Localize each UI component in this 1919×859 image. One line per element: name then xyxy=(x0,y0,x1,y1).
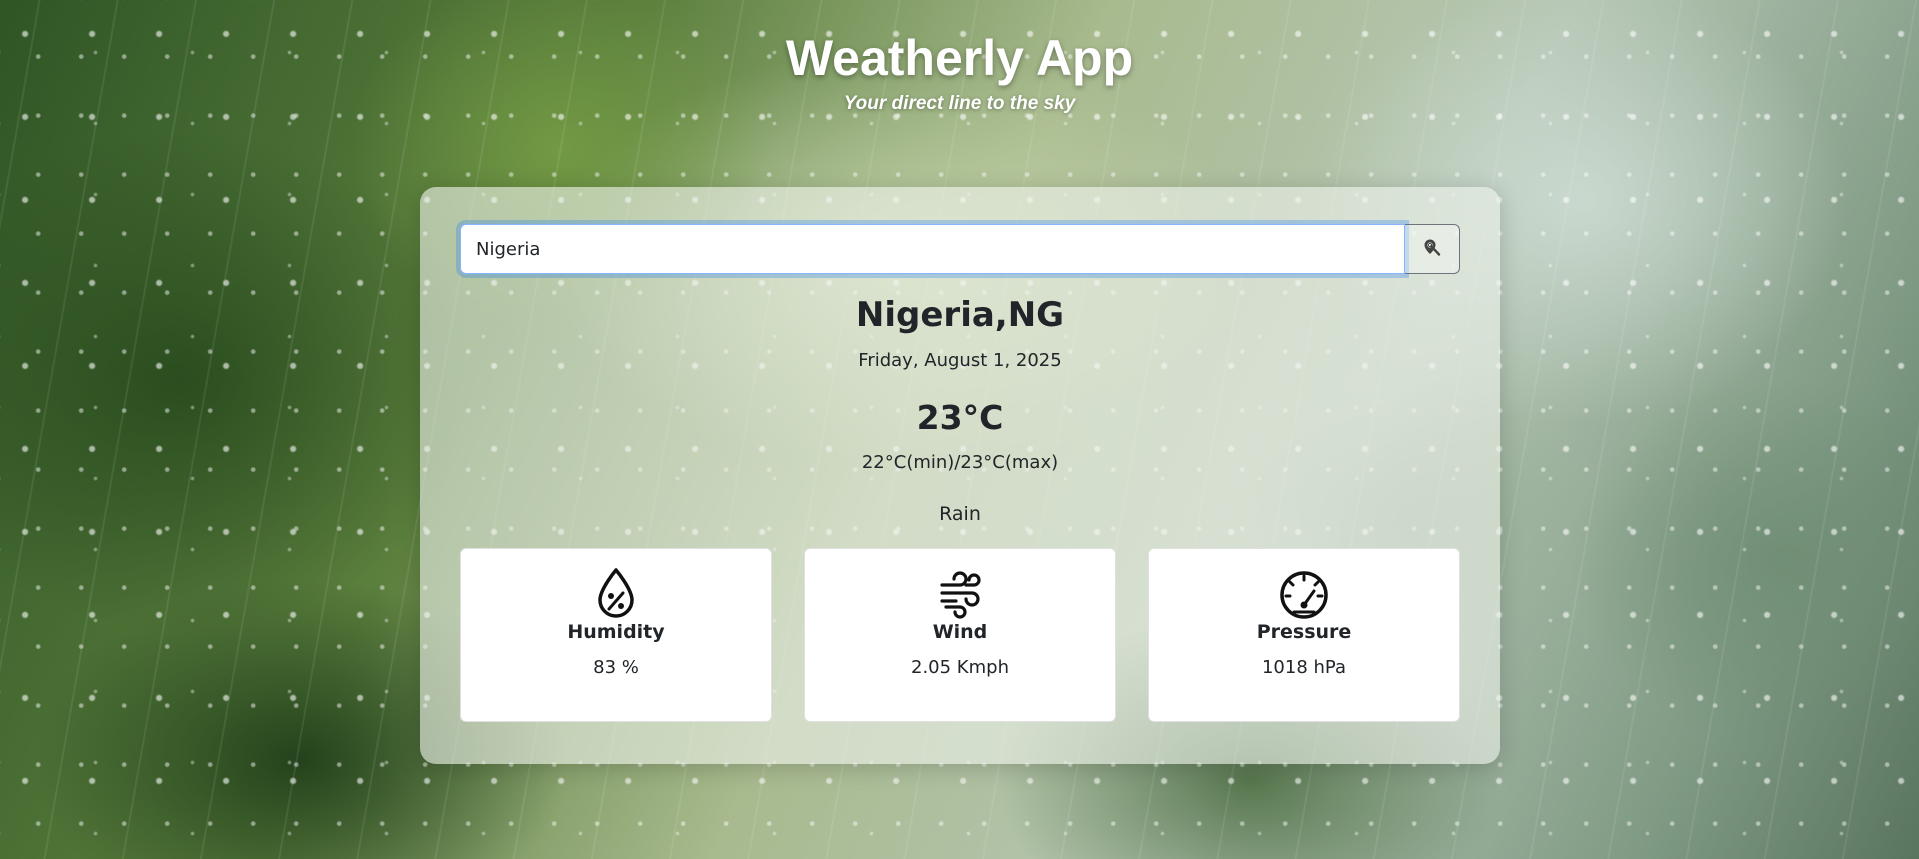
pressure-value: 1018 hPa xyxy=(1261,657,1346,678)
search-input[interactable] xyxy=(460,224,1405,274)
search-location-icon xyxy=(1422,238,1442,261)
pressure-card: Pressure 1018 hPa xyxy=(1148,548,1460,722)
search-button[interactable] xyxy=(1405,224,1460,274)
weather-condition: Rain xyxy=(939,503,981,525)
wind-value: 2.05 Kmph xyxy=(911,657,1009,678)
humidity-value: 83 % xyxy=(593,657,639,678)
wind-label: Wind xyxy=(932,621,988,643)
humidity-label: Humidity xyxy=(567,621,665,643)
app-subtitle: Your direct line to the sky xyxy=(843,93,1076,114)
search-bar xyxy=(460,224,1460,274)
app-title: Weatherly App xyxy=(785,30,1134,86)
pressure-gauge-icon xyxy=(1278,567,1330,619)
humidity-card: Humidity 83 % xyxy=(460,548,772,722)
weather-card: Nigeria,NG Friday, August 1, 2025 23°C 2… xyxy=(420,187,1500,764)
current-temperature: 23°C xyxy=(916,398,1004,437)
humidity-drop-icon xyxy=(594,567,638,619)
min-max-temperature: 22°C(min)/23°C(max) xyxy=(861,452,1059,473)
pressure-label: Pressure xyxy=(1256,621,1352,643)
current-date: Friday, August 1, 2025 xyxy=(858,350,1062,371)
wind-icon xyxy=(938,567,982,619)
page-background: { "header": { "title": "Weatherly App", … xyxy=(0,0,1919,859)
app-header: Weatherly App Your direct line to the sk… xyxy=(0,26,1919,118)
wind-card: Wind 2.05 Kmph xyxy=(804,548,1116,722)
metrics-row: Humidity 83 % Wind 2.05 Kmph Pressure 10… xyxy=(460,548,1460,722)
location-name: Nigeria,NG xyxy=(855,295,1065,335)
